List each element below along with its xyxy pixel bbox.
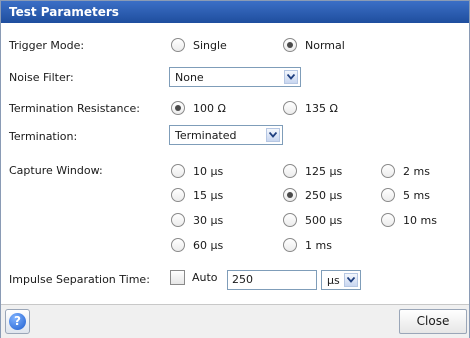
close-button[interactable]: Close — [399, 309, 467, 334]
noise-filter-select[interactable]: None — [169, 67, 301, 87]
termination-resistance-135-radio[interactable]: 135 Ω — [283, 101, 338, 115]
chevron-down-icon — [344, 273, 358, 287]
radio-circle — [381, 164, 395, 178]
capture-window-1ms-radio[interactable]: 1 ms — [283, 238, 332, 252]
termination-resistance-100-radio[interactable]: 100 Ω — [171, 101, 226, 115]
radio-circle — [283, 101, 297, 115]
capture-window-30us-radio[interactable]: 30 µs — [171, 213, 223, 227]
radio-circle-selected — [283, 188, 297, 202]
radio-circle — [171, 38, 185, 52]
capture-window-2ms-radio[interactable]: 2 ms — [381, 164, 430, 178]
chevron-down-icon — [266, 128, 280, 142]
capture-window-10us-radio[interactable]: 10 µs — [171, 164, 223, 178]
select-value: Terminated — [175, 129, 237, 142]
radio-label: 125 µs — [305, 164, 343, 178]
radio-label: 5 ms — [403, 188, 430, 202]
impulse-separation-input[interactable]: 250 — [227, 270, 317, 290]
radio-circle — [171, 188, 185, 202]
help-icon: ? — [9, 313, 26, 330]
radio-label: 100 Ω — [193, 101, 226, 115]
radio-label: 15 µs — [193, 188, 224, 202]
radio-label: 1 ms — [305, 238, 332, 252]
test-parameters-dialog: Test Parameters Trigger Mode: Single Nor… — [0, 0, 470, 338]
radio-circle — [171, 213, 185, 227]
radio-label: Single — [193, 38, 227, 52]
radio-circle — [171, 164, 185, 178]
impulse-unit-select[interactable]: µs — [321, 270, 361, 290]
noise-filter-label: Noise Filter: — [9, 71, 74, 84]
radio-label: 30 µs — [193, 213, 224, 227]
radio-label: 2 ms — [403, 164, 430, 178]
radio-circle — [381, 188, 395, 202]
radio-label: 135 Ω — [305, 101, 338, 115]
capture-window-15us-radio[interactable]: 15 µs — [171, 188, 223, 202]
radio-circle — [283, 213, 297, 227]
radio-label: 500 µs — [305, 213, 343, 227]
auto-checkbox[interactable] — [170, 270, 185, 285]
auto-label: Auto — [192, 271, 218, 284]
chevron-down-icon — [284, 70, 298, 84]
radio-circle — [171, 238, 185, 252]
radio-circle — [283, 238, 297, 252]
radio-label: 250 µs — [305, 188, 343, 202]
radio-label: Normal — [305, 38, 345, 52]
impulse-separation-label: Impulse Separation Time: — [9, 273, 150, 286]
trigger-mode-label: Trigger Mode: — [9, 39, 85, 52]
select-value: µs — [327, 274, 340, 287]
capture-window-10ms-radio[interactable]: 10 ms — [381, 213, 437, 227]
radio-circle — [283, 164, 297, 178]
capture-window-250us-radio[interactable]: 250 µs — [283, 188, 342, 202]
capture-window-60us-radio[interactable]: 60 µs — [171, 238, 223, 252]
termination-label: Termination: — [9, 130, 78, 143]
dialog-footer: ? Close — [1, 304, 469, 338]
termination-select[interactable]: Terminated — [169, 125, 283, 145]
radio-label: 10 ms — [403, 213, 437, 227]
radio-label: 60 µs — [193, 238, 224, 252]
capture-window-500us-radio[interactable]: 500 µs — [283, 213, 342, 227]
select-value: None — [175, 71, 204, 84]
trigger-mode-normal-radio[interactable]: Normal — [283, 38, 345, 52]
capture-window-5ms-radio[interactable]: 5 ms — [381, 188, 430, 202]
dialog-title: Test Parameters — [1, 1, 469, 23]
help-button[interactable]: ? — [5, 309, 30, 334]
radio-circle-selected — [283, 38, 297, 52]
capture-window-label: Capture Window: — [9, 164, 103, 177]
capture-window-125us-radio[interactable]: 125 µs — [283, 164, 342, 178]
termination-resistance-label: Termination Resistance: — [9, 102, 140, 115]
radio-circle-selected — [171, 101, 185, 115]
radio-label: 10 µs — [193, 164, 224, 178]
radio-circle — [381, 213, 395, 227]
trigger-mode-single-radio[interactable]: Single — [171, 38, 227, 52]
